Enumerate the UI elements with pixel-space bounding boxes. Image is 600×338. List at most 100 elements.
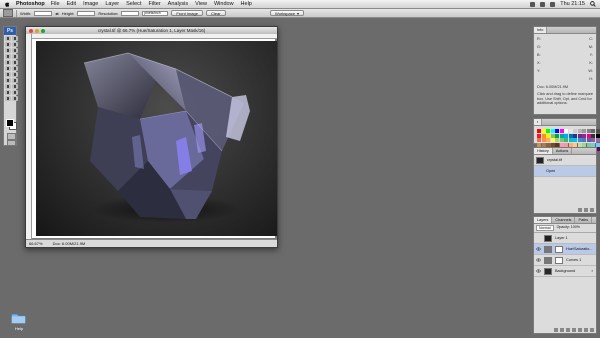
history-snapshot[interactable]: crystal.tif	[534, 155, 596, 166]
healing-tool-icon[interactable]	[5, 54, 11, 59]
tab-info[interactable]: Info	[534, 27, 548, 33]
menubar-clock[interactable]: Thu 21:15	[560, 1, 585, 7]
pen-tool-icon[interactable]	[5, 78, 11, 83]
color-swatch[interactable]	[582, 142, 586, 147]
eraser-tool-icon[interactable]	[5, 66, 11, 71]
new-document-icon[interactable]	[578, 208, 582, 212]
color-swatch[interactable]	[559, 133, 564, 138]
color-swatch[interactable]	[555, 138, 559, 142]
color-swatch[interactable]	[550, 129, 555, 133]
tab-swatches[interactable]: ▪	[534, 119, 543, 125]
swap-icon[interactable]: ⇄	[55, 11, 58, 16]
layer-row[interactable]: Layer 1	[534, 233, 596, 244]
app-menu[interactable]: Photoshop	[16, 1, 45, 7]
color-swatch[interactable]	[537, 129, 541, 133]
color-swatch[interactable]	[564, 142, 568, 147]
color-swatch[interactable]	[541, 138, 546, 142]
color-swatch[interactable]	[595, 142, 600, 147]
resolution-field[interactable]	[121, 10, 140, 16]
adjustment-icon[interactable]	[572, 328, 576, 332]
fx-icon[interactable]	[560, 328, 564, 332]
magic-wand-tool-icon[interactable]	[12, 42, 18, 47]
color-swatch[interactable]	[582, 129, 586, 133]
menu-analysis[interactable]: Analysis	[168, 1, 188, 7]
apple-icon[interactable]	[4, 1, 10, 7]
eyedropper-tool-icon[interactable]	[12, 90, 18, 95]
width-field[interactable]	[34, 10, 53, 16]
zoom-level[interactable]: 66.67%	[29, 241, 43, 246]
trash-icon[interactable]	[590, 328, 594, 332]
crop-tool-icon[interactable]	[5, 48, 11, 53]
color-swatch[interactable]	[564, 129, 568, 133]
color-swatch[interactable]	[564, 138, 568, 142]
layer-row[interactable]: Curves 1	[534, 255, 596, 266]
color-swatch[interactable]	[577, 133, 582, 138]
color-swatch[interactable]	[564, 133, 568, 138]
color-swatch[interactable]	[573, 138, 577, 142]
color-swatch[interactable]	[537, 138, 541, 142]
visibility-eye-icon[interactable]	[536, 269, 541, 273]
color-swatch[interactable]	[595, 138, 600, 142]
menu-image[interactable]: Image	[83, 1, 98, 7]
history-brush-tool-icon[interactable]	[12, 60, 18, 65]
blend-mode-select[interactable]: Normal	[536, 225, 554, 231]
menu-file[interactable]: File	[51, 1, 60, 7]
color-swatch[interactable]	[559, 129, 564, 133]
clear-button[interactable]: Clear	[205, 10, 226, 16]
color-swatch[interactable]	[555, 142, 559, 147]
color-swatch[interactable]	[595, 129, 600, 133]
color-swatch[interactable]	[546, 133, 550, 138]
spotlight-icon[interactable]	[590, 1, 596, 7]
trash-icon[interactable]	[590, 208, 594, 212]
tab-history[interactable]: History	[534, 148, 553, 154]
color-swatch[interactable]	[537, 142, 541, 147]
color-swatch[interactable]	[577, 138, 582, 142]
color-swatch[interactable]	[559, 138, 564, 142]
opacity-field[interactable]: Opacity: 100%	[557, 225, 580, 231]
color-swatch[interactable]	[573, 129, 577, 133]
shape-tool-icon[interactable]	[12, 84, 18, 89]
photoshop-logo[interactable]: Ps	[4, 27, 16, 35]
menu-edit[interactable]: Edit	[67, 1, 76, 7]
new-layer-icon[interactable]	[584, 328, 588, 332]
path-select-tool-icon[interactable]	[5, 84, 11, 89]
color-swatch[interactable]	[591, 129, 595, 133]
menu-view[interactable]: View	[195, 1, 207, 7]
wifi-icon[interactable]	[540, 1, 546, 7]
menu-help[interactable]: Help	[241, 1, 252, 7]
zoom-tool-icon[interactable]	[12, 96, 18, 101]
units-select[interactable]: pixels/inch	[142, 10, 169, 16]
layer-mask-thumbnail[interactable]	[555, 245, 563, 253]
color-swatch[interactable]	[568, 142, 573, 147]
blur-tool-icon[interactable]	[5, 72, 11, 77]
marquee-tool-icon[interactable]	[12, 36, 18, 41]
color-swatch[interactable]	[550, 138, 555, 142]
folder-icon[interactable]	[11, 312, 26, 324]
type-tool-icon[interactable]	[12, 78, 18, 83]
color-swatch[interactable]	[555, 133, 559, 138]
color-swatch[interactable]	[568, 129, 573, 133]
front-image-button[interactable]: Front Image	[171, 10, 203, 16]
tab-layers[interactable]: Layers	[534, 217, 553, 223]
color-swatch[interactable]	[577, 142, 582, 147]
visibility-eye-icon[interactable]	[536, 236, 541, 240]
folder-icon[interactable]	[578, 328, 582, 332]
folder-label[interactable]: Help	[10, 326, 28, 331]
color-swatch[interactable]	[591, 138, 595, 142]
color-swatch[interactable]	[550, 142, 555, 147]
brush-tool-icon[interactable]	[12, 54, 18, 59]
layer-row[interactable]: Background ▪	[534, 266, 596, 277]
color-swatch[interactable]	[591, 142, 595, 147]
color-swatch[interactable]	[537, 133, 541, 138]
doc-size[interactable]: Doc: 6.00M/21.9M	[53, 241, 86, 246]
layer-mask-thumbnail[interactable]	[555, 256, 563, 264]
image-canvas[interactable]	[36, 41, 277, 236]
color-swatch[interactable]	[582, 133, 586, 138]
tab-channels[interactable]: Channels	[552, 217, 576, 223]
gradient-tool-icon[interactable]	[12, 66, 18, 71]
slice-tool-icon[interactable]	[12, 48, 18, 53]
color-swatch[interactable]	[591, 133, 595, 138]
foreground-color-swatch[interactable]	[6, 119, 14, 127]
menu-filter[interactable]: Filter	[148, 1, 160, 7]
color-swatch[interactable]	[546, 142, 550, 147]
